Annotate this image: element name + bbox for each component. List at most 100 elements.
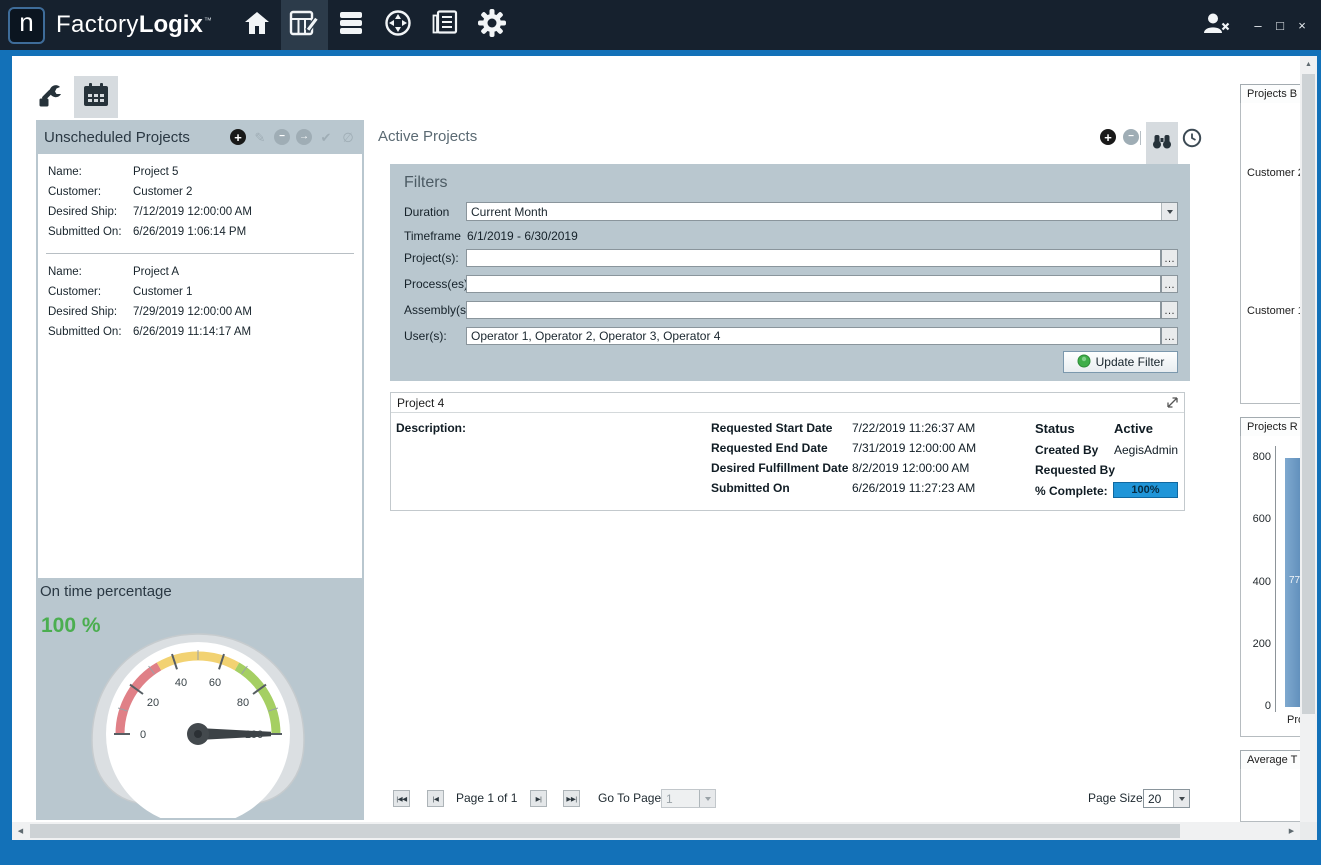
unscheduled-projects-title: Unscheduled Projects [44,129,224,146]
green-orb-icon [1077,354,1091,371]
app-title: FactoryLogix™ [56,11,212,39]
percent-complete-bar: 100% [1113,482,1178,498]
project-card[interactable]: Project 4 Description: Requested Start D… [390,392,1185,511]
tab-scheduling-calendar[interactable] [74,76,118,118]
project-name: Project 5 [133,166,178,178]
chevron-down-icon[interactable] [1173,790,1189,807]
nav-reports-button[interactable] [422,0,469,50]
description-label: Description: [396,421,466,435]
wrench-lock-icon [37,82,63,113]
stacked-layers-icon [337,9,365,42]
next-page-button[interactable]: ▶| [530,790,547,807]
gauge-tick-40: 40 [175,677,187,689]
project-card-title: Project 4 [397,396,1167,410]
unscheduled-projects-panel: Unscheduled Projects + ✎ − → ✔ ∅ Name:Pr… [36,120,364,820]
created-by-value: AegisAdmin [1114,443,1178,457]
go-to-page-label: Go To Page [598,791,661,805]
find-filter-tab[interactable] [1146,122,1178,164]
users-filter-input[interactable] [466,327,1161,345]
gauge-tick-60: 60 [209,677,221,689]
y-axis-tick: 800 [1245,451,1271,463]
on-time-gauge: 0 20 40 60 80 100 [70,628,326,818]
users-browse-button[interactable]: … [1161,327,1178,345]
history-clock-button[interactable] [1182,128,1202,153]
timeframe-value: 6/1/2019 - 6/30/2019 [467,229,578,243]
page-size-select[interactable]: 20 [1143,789,1190,808]
vertical-scrollbar-thumb[interactable] [1302,74,1315,714]
add-active-project-button[interactable]: + [1100,129,1116,145]
scheduling-board-icon [289,8,319,43]
submitted-on-value: 6/26/2019 11:27:23 AM [852,481,975,495]
chevron-down-icon[interactable] [699,790,715,807]
project-name: Project A [133,266,179,278]
project-desired-ship: 7/29/2019 12:00:00 AM [133,306,252,318]
status-label: Status [1035,421,1075,436]
remove-active-project-button[interactable]: − [1123,129,1139,145]
update-filter-label: Update Filter [1096,355,1165,369]
first-page-button[interactable]: |◀◀ [393,790,410,807]
close-button[interactable]: × [1291,12,1313,38]
list-item[interactable]: Name:Project 5 Customer:Customer 2 Desir… [38,154,362,250]
filters-panel: Filters Duration Current Month Timeframe… [390,164,1190,381]
processes-filter-input[interactable] [466,275,1161,293]
unscheduled-projects-list[interactable]: Name:Project 5 Customer:Customer 2 Desir… [38,154,362,578]
previous-page-button[interactable]: |◀ [427,790,444,807]
assemblies-browse-button[interactable]: … [1161,301,1178,319]
move-project-button[interactable]: → [296,129,312,145]
gauge-tick-20: 20 [147,697,159,709]
percent-complete-label: % Complete: [1035,484,1108,498]
minimize-button[interactable]: – [1247,12,1269,38]
binoculars-icon [1152,133,1172,154]
page-size-label: Page Size [1088,791,1143,805]
nav-home-button[interactable] [234,0,281,50]
submitted-on-label: Submitted On: [48,222,133,242]
requested-by-label: Requested By [1035,463,1115,477]
page-indicator: Page 1 of 1 [456,791,517,805]
tab-tools[interactable] [30,76,70,118]
projects-browse-button[interactable]: … [1161,249,1178,267]
scroll-up-arrow[interactable]: ▲ [1300,56,1317,73]
expand-card-button[interactable] [1167,397,1178,408]
on-time-percentage-title: On time percentage [40,583,172,600]
cancel-project-button[interactable]: ∅ [340,129,356,145]
submitted-on-label: Submitted On [711,481,790,495]
project-customer: Customer 1 [133,286,192,298]
nav-dispatch-button[interactable] [375,0,422,50]
nav-scheduling-button[interactable] [281,0,328,50]
logout-user-button[interactable] [1201,11,1231,40]
legend-item: Customer 1 [1247,305,1304,317]
maximize-button[interactable]: □ [1269,12,1291,38]
desired-fulfillment-value: 8/2/2019 12:00:00 AM [852,461,969,475]
chevron-down-icon[interactable] [1161,203,1177,220]
horizontal-scrollbar-thumb[interactable] [30,824,1180,838]
duration-select[interactable]: Current Month [466,202,1178,221]
y-axis-line [1275,446,1276,712]
horizontal-scrollbar[interactable]: ◀ ▶ [12,822,1300,840]
documents-icon [431,9,459,42]
go-to-page-input[interactable] [662,790,700,807]
scroll-left-arrow[interactable]: ◀ [12,822,29,839]
y-axis-tick: 600 [1245,513,1271,525]
remove-project-button[interactable]: − [274,129,290,145]
duration-selected-value: Current Month [471,205,548,219]
clock-icon [1182,135,1202,152]
project-submitted-on: 6/26/2019 11:14:17 AM [133,326,251,338]
assemblies-filter-input[interactable] [466,301,1161,319]
update-filter-button[interactable]: Update Filter [1063,351,1178,373]
scrollbar-corner [1300,822,1317,840]
scroll-right-arrow[interactable]: ▶ [1283,822,1300,839]
vertical-scrollbar[interactable]: ▲ ▼ [1300,56,1317,840]
add-project-button[interactable]: + [230,129,246,145]
app-logo: n [8,7,45,44]
project-customer: Customer 2 [133,186,192,198]
assemblies-filter-label: Assembly(s): [404,303,473,317]
list-item[interactable]: Name:Project A Customer:Customer 1 Desir… [38,254,362,350]
projects-filter-input[interactable] [466,249,1161,267]
nav-settings-button[interactable] [469,0,516,50]
last-page-button[interactable]: ▶▶| [563,790,580,807]
nav-materials-button[interactable] [328,0,375,50]
processes-browse-button[interactable]: … [1161,275,1178,293]
edit-project-button[interactable]: ✎ [252,129,268,145]
app-name-factory: Factory [56,11,139,38]
accept-project-button[interactable]: ✔ [318,129,334,145]
